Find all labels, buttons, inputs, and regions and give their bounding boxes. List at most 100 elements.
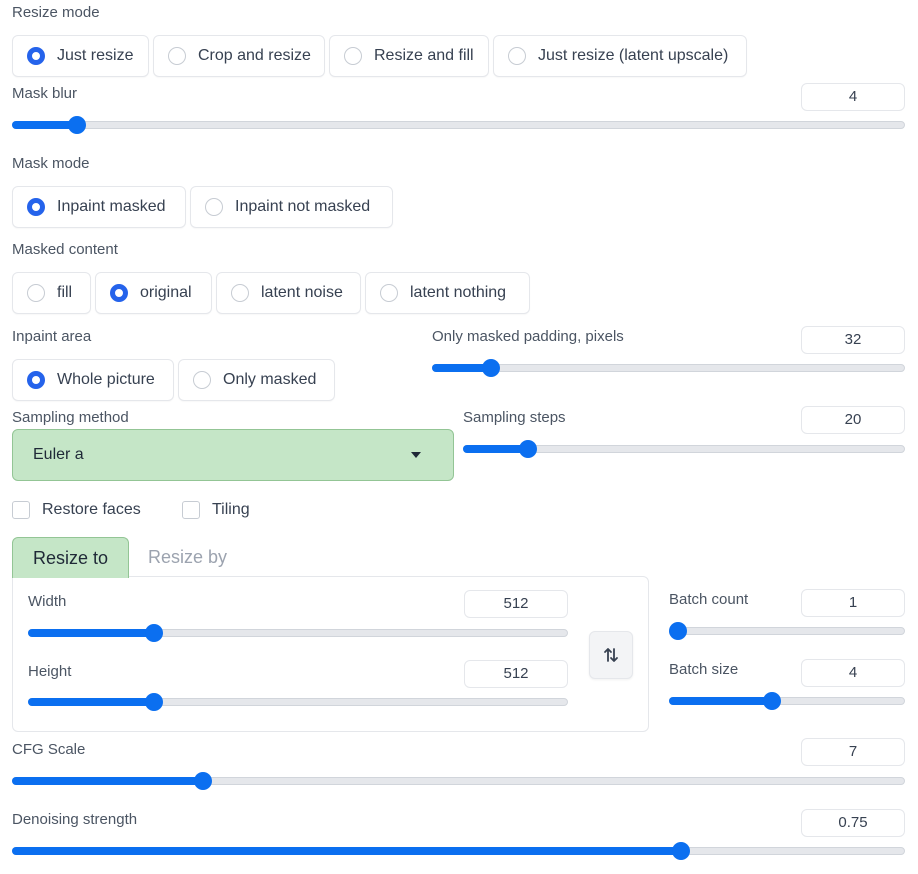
radio-whole-picture[interactable]: Whole picture bbox=[12, 359, 174, 401]
radio-label: Crop and resize bbox=[198, 47, 311, 64]
batch-size-input[interactable]: 4 bbox=[801, 659, 905, 687]
cfg-scale-input[interactable]: 7 bbox=[801, 738, 905, 766]
swap-vertical-icon bbox=[604, 648, 618, 662]
slider-fill bbox=[12, 777, 203, 785]
chevron-down-icon bbox=[411, 452, 421, 458]
radio-label: Inpaint not masked bbox=[235, 198, 371, 215]
slider-fill bbox=[669, 697, 772, 705]
radio-indicator bbox=[110, 284, 128, 302]
height-label: Height bbox=[28, 663, 72, 680]
inpaint-area-group: Whole picture Only masked bbox=[12, 359, 335, 401]
radio-label: latent noise bbox=[261, 284, 343, 301]
radio-indicator bbox=[27, 284, 45, 302]
radio-label: Inpaint masked bbox=[57, 198, 166, 215]
tiling-checkbox[interactable]: Tiling bbox=[182, 501, 250, 519]
batch-count-slider[interactable] bbox=[669, 622, 905, 642]
slider-fill bbox=[12, 847, 681, 855]
denoising-strength-input[interactable]: 0.75 bbox=[801, 809, 905, 837]
only-masked-padding-input[interactable]: 32 bbox=[801, 326, 905, 354]
checkbox-label: Restore faces bbox=[42, 501, 141, 518]
height-input[interactable]: 512 bbox=[464, 660, 568, 688]
radio-indicator bbox=[27, 371, 45, 389]
width-slider[interactable] bbox=[28, 624, 568, 644]
slider-thumb[interactable] bbox=[482, 359, 500, 377]
batch-size-label: Batch size bbox=[669, 661, 739, 678]
slider-track bbox=[669, 627, 905, 635]
radio-indicator bbox=[344, 47, 362, 65]
slider-fill bbox=[28, 698, 154, 706]
slider-fill bbox=[28, 629, 154, 637]
sampling-method-label: Sampling method bbox=[12, 409, 129, 426]
slider-thumb[interactable] bbox=[672, 842, 690, 860]
radio-just-resize[interactable]: Just resize bbox=[12, 35, 149, 77]
slider-track bbox=[432, 364, 905, 372]
slider-thumb[interactable] bbox=[145, 624, 163, 642]
radio-indicator bbox=[380, 284, 398, 302]
radio-indicator bbox=[168, 47, 186, 65]
inpaint-area-label: Inpaint area bbox=[12, 328, 92, 345]
sampling-method-value: Euler a bbox=[33, 446, 84, 463]
radio-latent-noise[interactable]: latent noise bbox=[216, 272, 361, 314]
radio-just-resize-latent-upscale[interactable]: Just resize (latent upscale) bbox=[493, 35, 747, 77]
cfg-scale-label: CFG Scale bbox=[12, 741, 86, 758]
radio-label: fill bbox=[57, 284, 73, 301]
radio-label: latent nothing bbox=[410, 284, 507, 301]
resize-mode-label: Resize mode bbox=[12, 4, 100, 21]
radio-label: Just resize (latent upscale) bbox=[538, 47, 729, 64]
only-masked-padding-slider[interactable] bbox=[432, 359, 905, 379]
mask-blur-slider[interactable] bbox=[12, 116, 905, 136]
radio-label: Resize and fill bbox=[374, 47, 474, 64]
height-slider[interactable] bbox=[28, 693, 568, 713]
radio-fill[interactable]: fill bbox=[12, 272, 91, 314]
only-masked-padding-label: Only masked padding, pixels bbox=[432, 328, 624, 345]
radio-label: Only masked bbox=[223, 371, 317, 388]
mask-blur-label: Mask blur bbox=[12, 85, 78, 102]
cfg-scale-slider[interactable] bbox=[12, 772, 905, 792]
radio-inpaint-masked[interactable]: Inpaint masked bbox=[12, 186, 186, 228]
sampling-steps-input[interactable]: 20 bbox=[801, 406, 905, 434]
radio-label: original bbox=[140, 284, 192, 301]
slider-thumb[interactable] bbox=[669, 622, 687, 640]
checkbox-box[interactable] bbox=[182, 501, 200, 519]
radio-indicator bbox=[508, 47, 526, 65]
mask-mode-label: Mask mode bbox=[12, 155, 90, 172]
radio-indicator bbox=[205, 198, 223, 216]
denoising-strength-slider[interactable] bbox=[12, 842, 905, 862]
radio-label: Just resize bbox=[57, 47, 134, 64]
radio-resize-and-fill[interactable]: Resize and fill bbox=[329, 35, 489, 77]
radio-latent-nothing[interactable]: latent nothing bbox=[365, 272, 530, 314]
radio-only-masked[interactable]: Only masked bbox=[178, 359, 335, 401]
radio-indicator bbox=[27, 198, 45, 216]
width-input[interactable]: 512 bbox=[464, 590, 568, 618]
masked-content-label: Masked content bbox=[12, 241, 118, 258]
radio-indicator bbox=[193, 371, 211, 389]
radio-label: Whole picture bbox=[57, 371, 155, 388]
radio-original[interactable]: original bbox=[95, 272, 212, 314]
sampling-steps-label: Sampling steps bbox=[463, 409, 566, 426]
radio-crop-and-resize[interactable]: Crop and resize bbox=[153, 35, 325, 77]
batch-count-label: Batch count bbox=[669, 591, 749, 608]
batch-size-slider[interactable] bbox=[669, 692, 905, 712]
mask-blur-input[interactable]: 4 bbox=[801, 83, 905, 111]
batch-count-input[interactable]: 1 bbox=[801, 589, 905, 617]
slider-thumb[interactable] bbox=[68, 116, 86, 134]
slider-track bbox=[12, 121, 905, 129]
tab-resize-to[interactable]: Resize to bbox=[12, 537, 129, 578]
sampling-steps-slider[interactable] bbox=[463, 440, 905, 460]
mask-mode-group: Inpaint masked Inpaint not masked bbox=[12, 186, 393, 228]
sampling-method-dropdown[interactable]: Euler a bbox=[12, 429, 454, 481]
swap-dimensions-button[interactable] bbox=[589, 631, 633, 679]
denoising-strength-label: Denoising strength bbox=[12, 811, 138, 828]
radio-inpaint-not-masked[interactable]: Inpaint not masked bbox=[190, 186, 393, 228]
radio-indicator bbox=[27, 47, 45, 65]
slider-thumb[interactable] bbox=[519, 440, 537, 458]
checkbox-box[interactable] bbox=[12, 501, 30, 519]
restore-faces-checkbox[interactable]: Restore faces bbox=[12, 501, 141, 519]
tab-resize-by[interactable]: Resize by bbox=[135, 537, 240, 578]
radio-indicator bbox=[231, 284, 249, 302]
checkbox-label: Tiling bbox=[212, 501, 250, 518]
slider-thumb[interactable] bbox=[194, 772, 212, 790]
slider-thumb[interactable] bbox=[763, 692, 781, 710]
width-label: Width bbox=[28, 593, 67, 610]
slider-thumb[interactable] bbox=[145, 693, 163, 711]
